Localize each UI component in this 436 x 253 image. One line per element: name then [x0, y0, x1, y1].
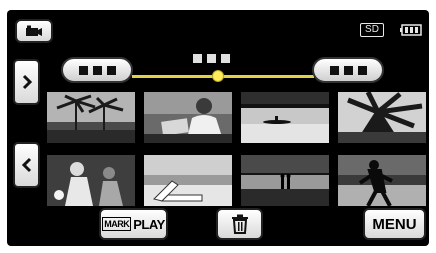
mark-play-button[interactable]: MARK PLAY [99, 208, 168, 240]
menu-button[interactable]: MENU [363, 208, 426, 240]
date-digit-block [78, 65, 88, 75]
date-digit-block [193, 54, 202, 63]
video-mode-button[interactable] [15, 19, 53, 43]
previous-date-button[interactable] [61, 57, 133, 83]
date-digit-block [207, 54, 216, 63]
trash-icon [231, 214, 248, 234]
thumbnail-sunset-couple[interactable] [241, 155, 329, 206]
date-digit-block [221, 54, 230, 63]
next-date-button[interactable] [312, 57, 384, 83]
sd-card-indicator: SD [360, 23, 384, 37]
thumbnail-grid [47, 92, 426, 206]
next-page-button[interactable] [13, 59, 40, 105]
thumbnail-soccer-players[interactable] [47, 155, 135, 206]
date-digit-block [106, 65, 116, 75]
thumbnail-beach-runner[interactable] [338, 155, 426, 206]
thumbnail-palm-fronds[interactable] [338, 92, 426, 143]
video-camera-icon [26, 25, 42, 36]
date-digit-block [357, 65, 367, 75]
delete-button[interactable] [216, 208, 263, 240]
mark-label: MARK [102, 217, 132, 231]
thumbnail-canoe-lake[interactable] [241, 92, 329, 143]
chevron-right-icon [22, 74, 32, 90]
battery-icon [400, 24, 422, 36]
current-date-label [193, 54, 230, 63]
thumbnail-palm-trees[interactable] [47, 92, 135, 143]
camera-lcd-screen: SD MARK PLAY MENU [7, 10, 429, 246]
play-label: PLAY [133, 216, 165, 232]
chevron-left-icon [21, 157, 31, 173]
thumbnail-person-reading[interactable] [144, 92, 232, 143]
date-digit-block [92, 65, 102, 75]
thumbnail-beach-chair[interactable] [144, 155, 232, 206]
date-digit-block [343, 65, 353, 75]
previous-page-button[interactable] [13, 142, 40, 188]
date-slider-thumb[interactable] [212, 70, 224, 82]
date-digit-block [329, 65, 339, 75]
